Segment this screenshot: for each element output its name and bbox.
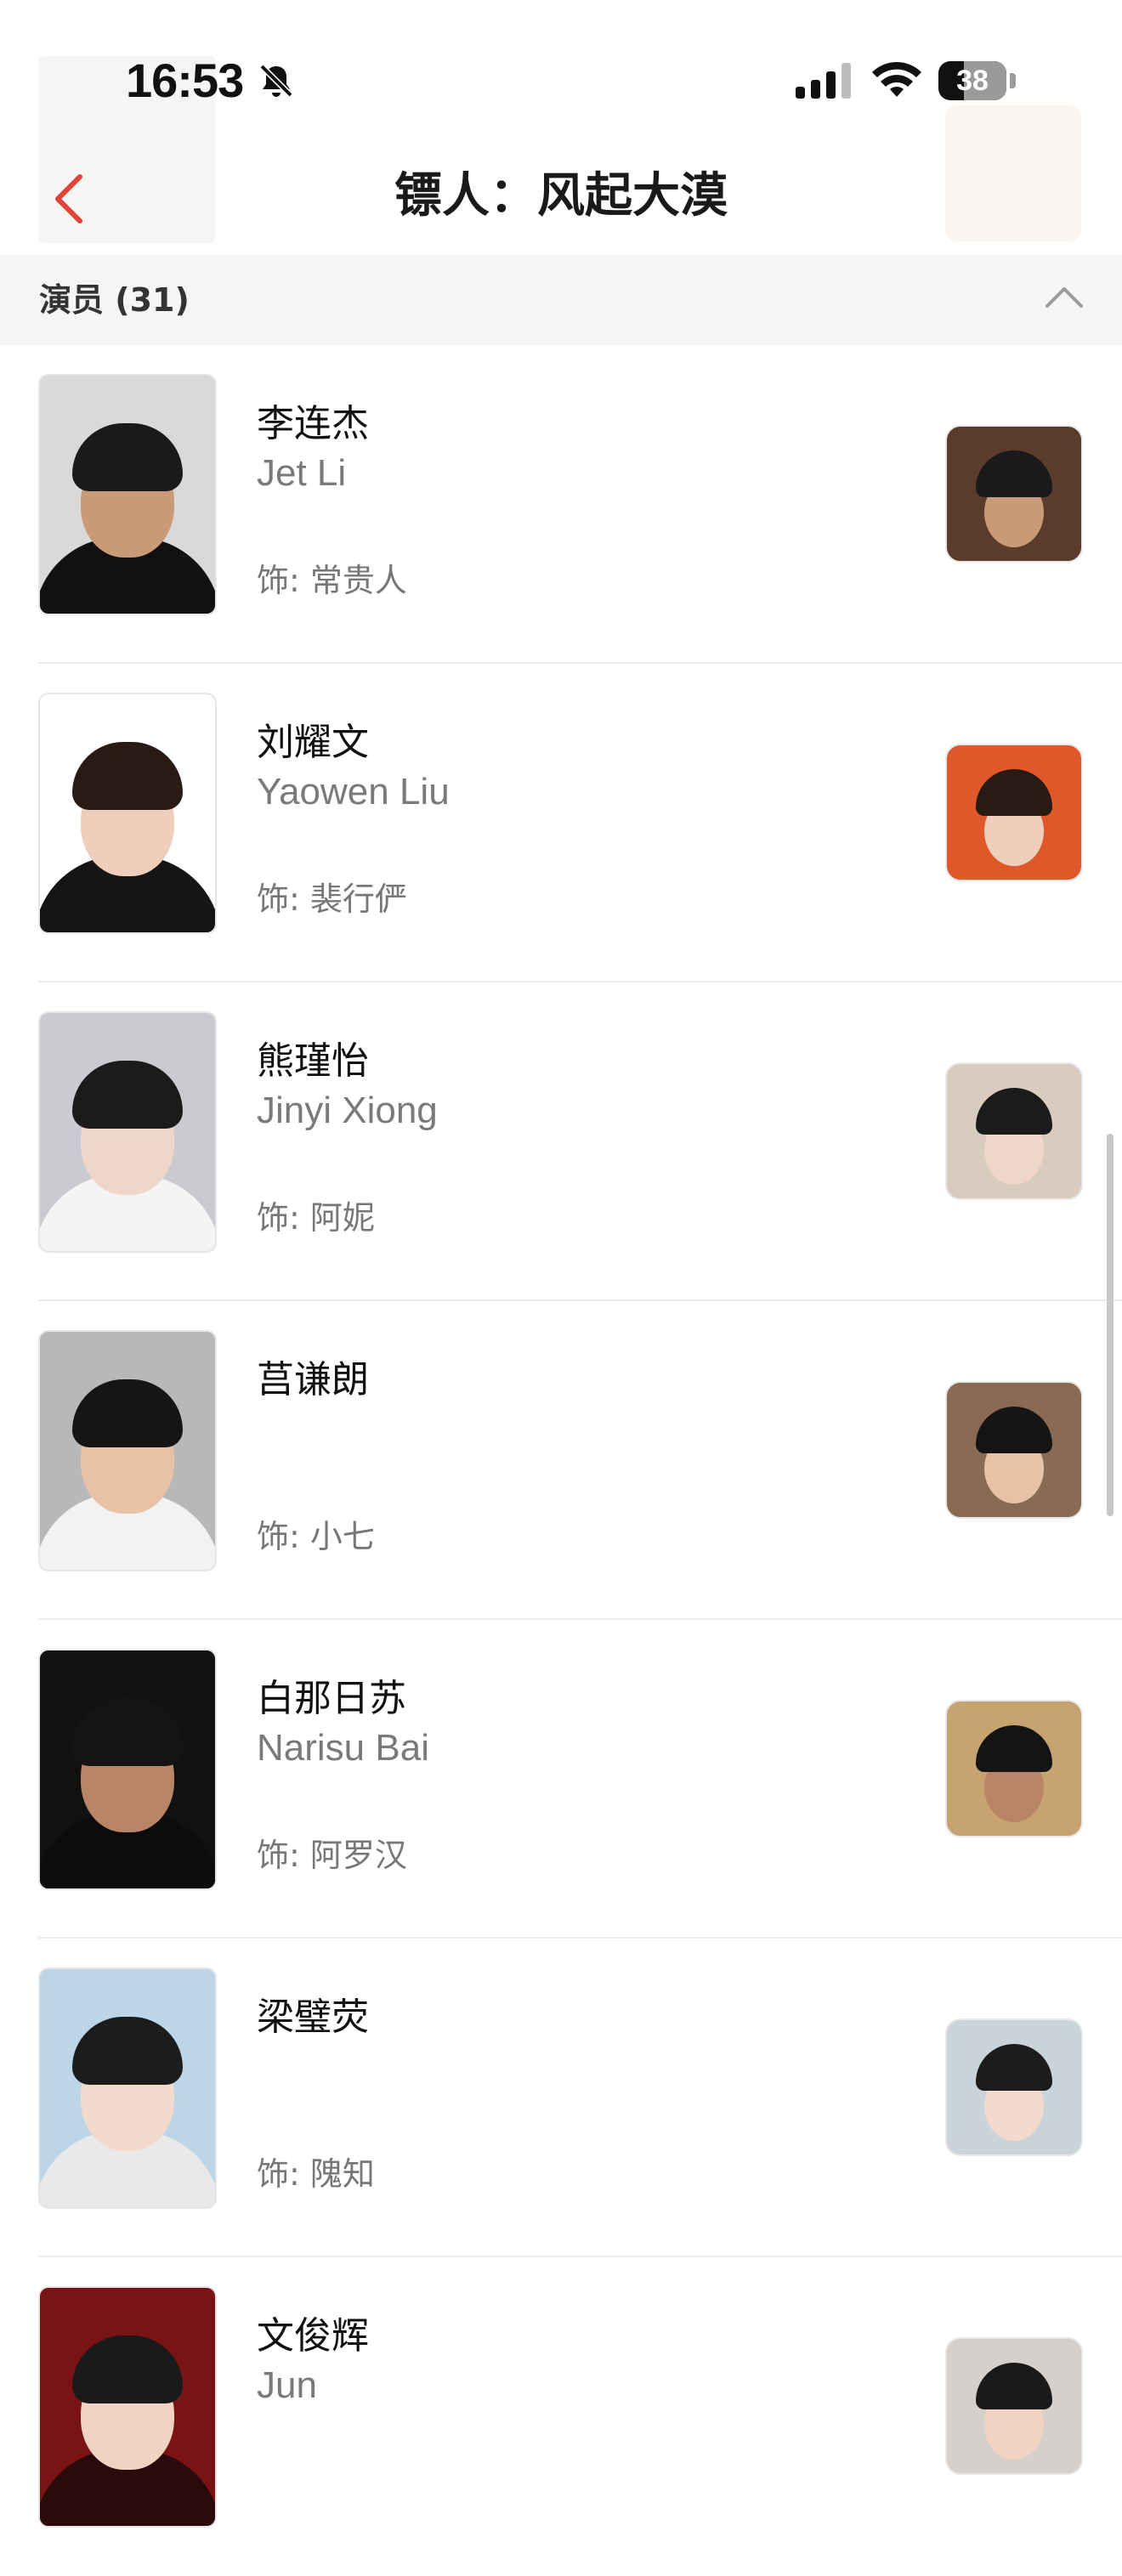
cast-section-label: 演员 (31) — [39, 281, 190, 319]
actor-name-en: Jun — [257, 2364, 317, 2406]
actor-name-cn: 白那日苏 — [257, 1677, 406, 1720]
actor-photo[interactable] — [38, 1011, 217, 1253]
actor-photo[interactable] — [38, 1649, 217, 1890]
cast-row[interactable]: 刘耀文 Yaowen Liu 饰: 裴行俨 — [0, 664, 1122, 982]
actor-photo-hair — [72, 2335, 183, 2403]
status-time: 16:53 — [126, 54, 244, 107]
actor-name-cn: 刘耀文 — [257, 721, 369, 764]
character-still[interactable] — [945, 2018, 1083, 2156]
actor-role: 饰: 常贵人 — [257, 562, 407, 599]
character-still[interactable] — [945, 1700, 1083, 1837]
cast-row[interactable]: 熊瑾怡 Jinyi Xiong 饰: 阿妮 — [0, 982, 1122, 1301]
actor-name-cn: 莒谦朗 — [257, 1358, 369, 1401]
wifi-icon — [872, 61, 921, 97]
actor-name-en: Jinyi Xiong — [257, 1090, 438, 1131]
character-still-hair — [976, 1088, 1052, 1135]
character-still-hair — [976, 769, 1052, 817]
chevron-up-icon[interactable] — [1044, 284, 1085, 311]
character-still-hair — [976, 2044, 1052, 2092]
cast-row[interactable]: 白那日苏 Narisu Bai 饰: 阿罗汉 — [0, 1620, 1122, 1939]
cast-row[interactable]: 莒谦朗饰: 小七 — [0, 1301, 1122, 1620]
bell-muted-icon — [259, 64, 293, 98]
character-still-hair — [976, 1407, 1052, 1454]
actor-photo[interactable] — [38, 2286, 217, 2528]
actor-role: 饰: 阿妮 — [257, 1199, 375, 1237]
actor-role: 饰: 隗知 — [257, 2155, 375, 2193]
actor-name-cn: 梁璧荧 — [257, 1996, 369, 2039]
page-title: 镖人：风起大漠 — [394, 168, 728, 224]
actor-role: 饰: 小七 — [257, 1518, 375, 1555]
actor-photo[interactable] — [38, 374, 217, 615]
actor-photo-hair — [72, 423, 183, 491]
cast-row[interactable]: 梁璧荧饰: 隗知 — [0, 1939, 1122, 2257]
actor-photo[interactable] — [38, 693, 217, 934]
battery-indicator: 38 — [938, 61, 1017, 100]
actor-name-cn: 李连杰 — [257, 402, 369, 445]
actor-role: 饰: 阿罗汉 — [257, 1837, 407, 1874]
cast-row[interactable]: 李连杰 Jet Li 饰: 常贵人 — [0, 345, 1122, 664]
actor-photo-hair — [72, 1061, 183, 1129]
actor-photo-hair — [72, 1379, 183, 1447]
actor-photo[interactable] — [38, 1330, 217, 1571]
actor-name-cn: 熊瑾怡 — [257, 1039, 369, 1083]
character-still-hair — [976, 450, 1052, 498]
cast-row[interactable]: 文俊辉 Jun — [0, 2257, 1122, 2576]
character-still[interactable] — [945, 1381, 1083, 1519]
actor-role: 饰: 裴行俨 — [257, 880, 407, 918]
character-still[interactable] — [945, 2337, 1083, 2475]
actor-photo-hair — [72, 1698, 183, 1766]
character-still[interactable] — [945, 744, 1083, 881]
scrollbar[interactable] — [1107, 1134, 1114, 1516]
actor-photo[interactable] — [38, 1967, 217, 2209]
actor-name-en: Yaowen Liu — [257, 771, 450, 812]
cast-section-header[interactable]: 演员 (31) — [0, 255, 1122, 345]
actor-name-cn: 文俊辉 — [257, 2314, 369, 2358]
character-still[interactable] — [945, 1062, 1083, 1200]
character-still-hair — [976, 1725, 1052, 1773]
cellular-signal-icon — [796, 63, 851, 99]
actor-photo-hair — [72, 2017, 183, 2085]
character-still[interactable] — [945, 425, 1083, 563]
actor-name-en: Jet Li — [257, 452, 347, 494]
actor-photo-hair — [72, 742, 183, 810]
character-still-hair — [976, 2363, 1052, 2410]
actor-name-en: Narisu Bai — [257, 1727, 429, 1769]
battery-percent: 38 — [956, 65, 989, 97]
status-bar: 16:53 38 — [0, 0, 1122, 161]
